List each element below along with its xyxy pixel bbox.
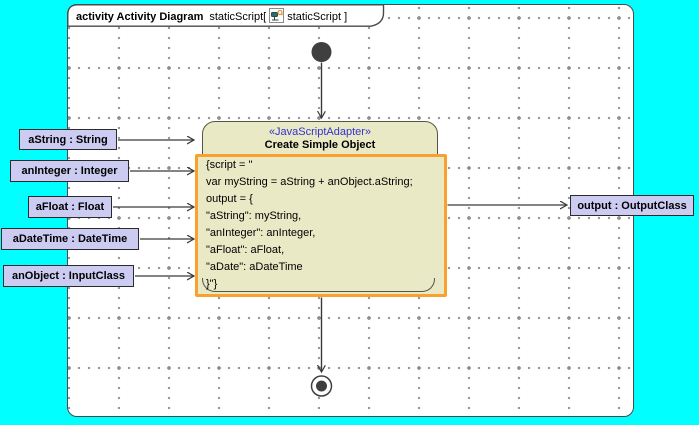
- frame-heading-kind: activity Activity Diagram: [76, 11, 203, 23]
- pin-label: output : OutputClass: [577, 200, 686, 212]
- script-line: "aString": myString,: [206, 208, 446, 225]
- diagram-canvas: activity Activity Diagram staticScript[ st…: [0, 0, 699, 425]
- pin-label: anObject : InputClass: [12, 270, 125, 282]
- script-body[interactable]: {script = " var myString = aString + anO…: [206, 157, 446, 293]
- activity-diagram-icon: [269, 8, 284, 23]
- activity-final-node[interactable]: [312, 376, 332, 396]
- input-pin-aDateTime[interactable]: aDateTime : DateTime: [1, 228, 139, 250]
- script-line: output = {: [206, 191, 446, 208]
- pin-label: aFloat : Float: [36, 201, 104, 213]
- script-line: }"}: [206, 276, 446, 293]
- script-line: {script = ": [206, 157, 446, 174]
- input-pin-aString[interactable]: aString : String: [19, 129, 117, 150]
- frame-heading-context: staticScript[: [209, 11, 266, 23]
- node-stereotype: «JavaScriptAdapter»: [203, 126, 437, 138]
- frame-heading-context-tail: staticScript ]: [287, 11, 347, 23]
- pin-label: aString : String: [28, 134, 107, 146]
- script-line: var myString = aString + anObject.aStrin…: [206, 174, 446, 191]
- input-pin-aFloat[interactable]: aFloat : Float: [28, 196, 112, 218]
- script-line: "aFloat": aFloat,: [206, 242, 446, 259]
- input-pin-anInteger[interactable]: anInteger : Integer: [10, 160, 129, 182]
- script-line: "aDate": aDateTime: [206, 259, 446, 276]
- frame-heading[interactable]: activity Activity Diagram staticScript[ st…: [76, 8, 347, 23]
- script-line: "anInteger": anInteger,: [206, 225, 446, 242]
- pin-label: anInteger : Integer: [22, 165, 118, 177]
- pin-label: aDateTime : DateTime: [13, 233, 128, 245]
- output-pin-output[interactable]: output : OutputClass: [570, 195, 694, 216]
- input-pin-anObject[interactable]: anObject : InputClass: [3, 265, 134, 287]
- initial-node[interactable]: [312, 42, 332, 62]
- node-title: Create Simple Object: [203, 139, 437, 151]
